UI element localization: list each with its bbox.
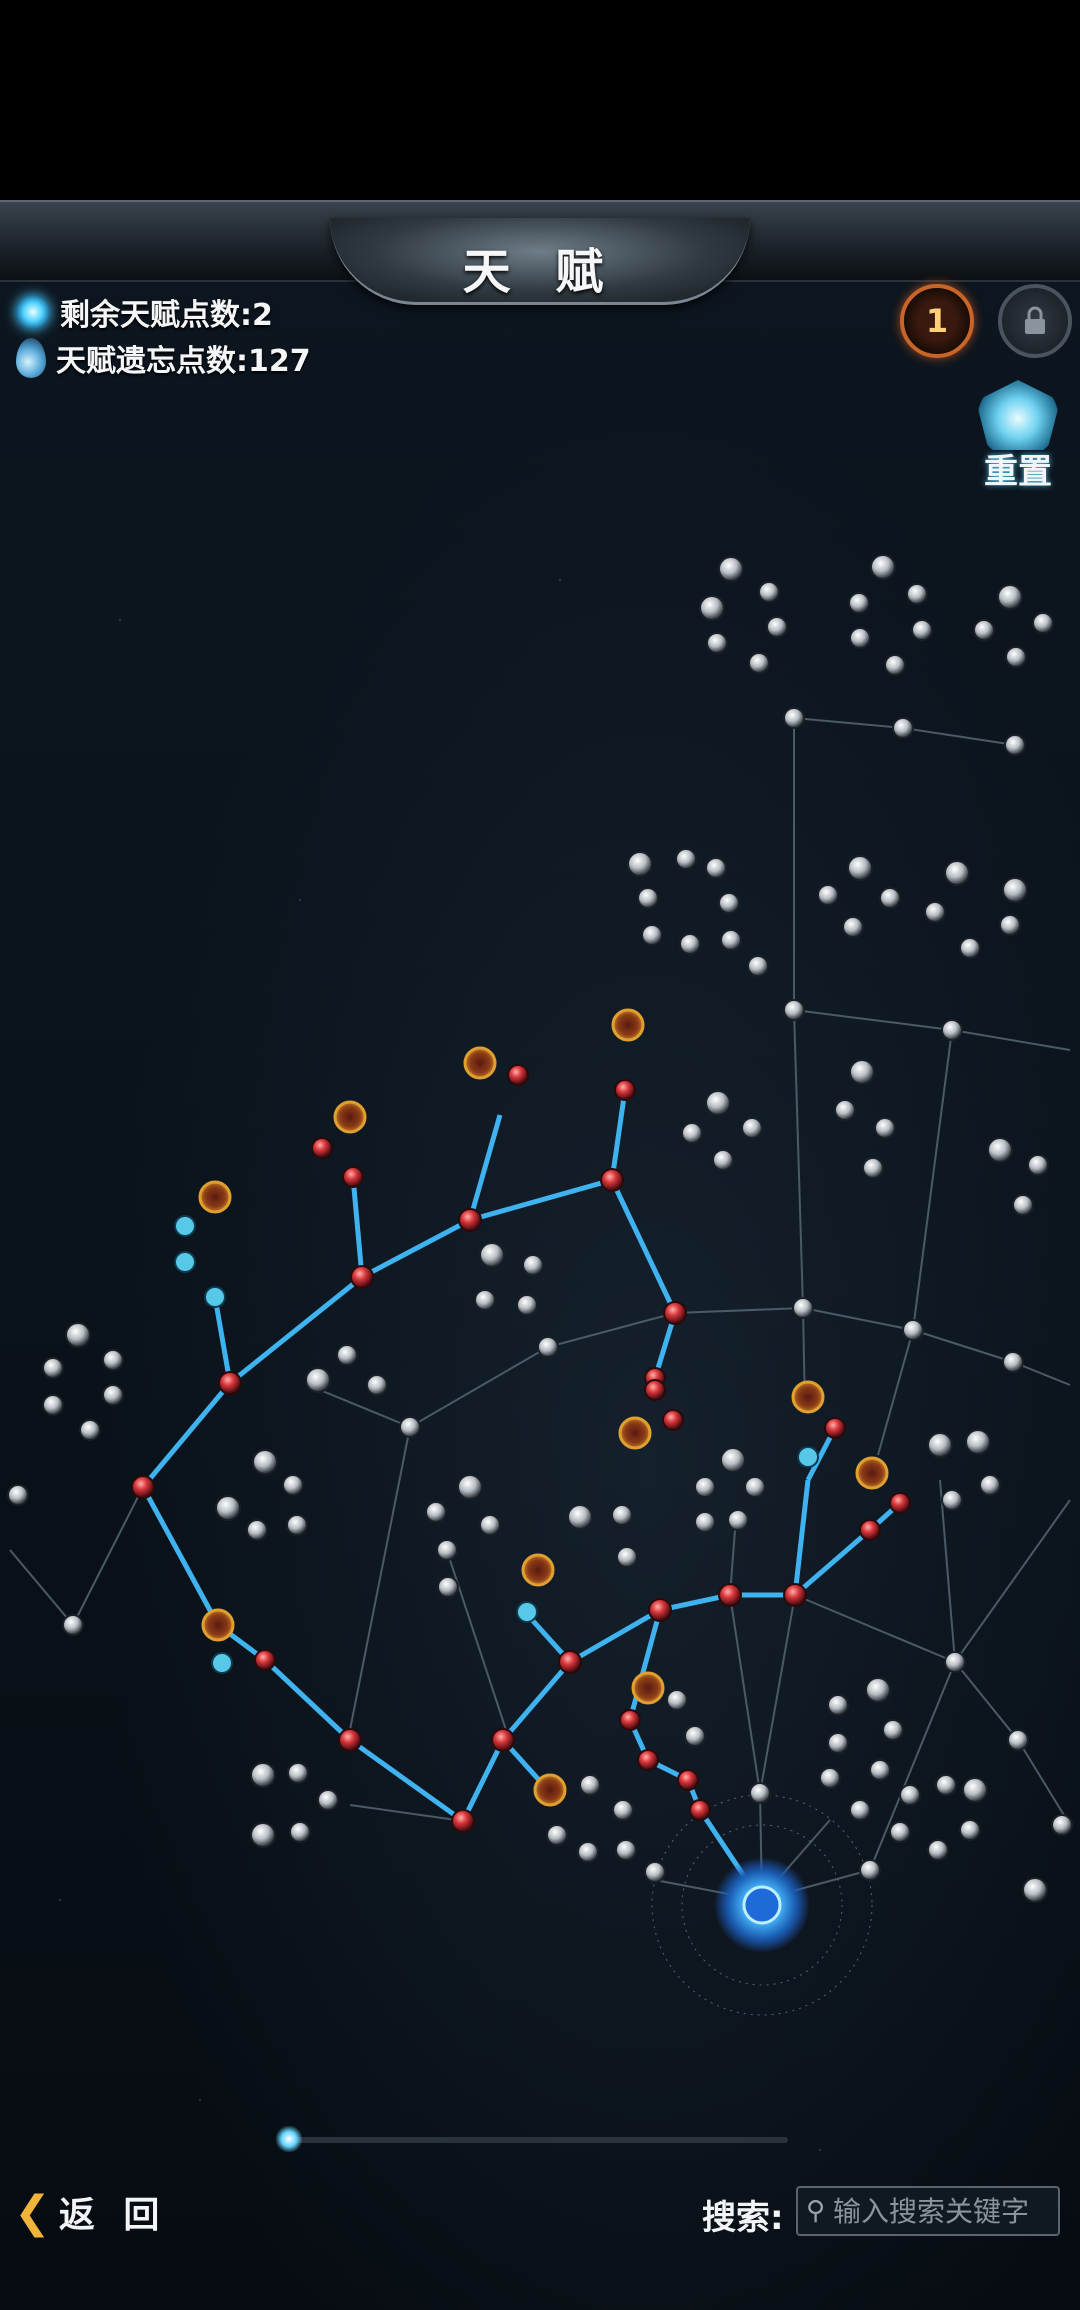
back-button[interactable]: ❮ 返 回 <box>14 2186 167 2238</box>
reset-label: 重置 <box>984 452 1052 492</box>
remaining-points-label: 剩余天赋点数:2 <box>60 298 273 333</box>
forget-drop-icon <box>16 338 46 378</box>
forget-points-row: 天赋遗忘点数:127 <box>16 336 311 380</box>
scrollbar-thumb[interactable] <box>276 2126 302 2152</box>
special-nodes[interactable] <box>198 1008 889 1807</box>
search-label: 搜索: <box>702 2198 784 2238</box>
lock-button[interactable] <box>998 284 1072 358</box>
forget-points-label: 天赋遗忘点数:127 <box>56 344 311 379</box>
horizontal-scrollbar[interactable] <box>286 2137 788 2143</box>
back-label: 返 回 <box>58 2195 168 2236</box>
reset-emblem-icon <box>976 380 1060 450</box>
level-badge-button[interactable]: 1 <box>900 284 974 358</box>
search-icon: ⚲ <box>806 2196 826 2226</box>
reset-button[interactable]: 重置 <box>966 380 1070 492</box>
search-box[interactable]: ⚲ <box>796 2186 1060 2236</box>
lock-icon <box>1025 306 1045 334</box>
page-title: 天 赋 <box>462 244 618 300</box>
talent-star-icon <box>16 295 50 329</box>
core-node[interactable] <box>651 1794 873 2016</box>
search-input[interactable] <box>831 2193 1056 2229</box>
inactive-links <box>9 717 1071 1901</box>
back-arrow-icon: ❮ <box>14 2186 51 2238</box>
blue-nodes[interactable] <box>174 1215 819 1674</box>
remaining-points-row: 剩余天赋点数:2 <box>16 290 273 334</box>
level-badge-value: 1 <box>925 302 949 340</box>
